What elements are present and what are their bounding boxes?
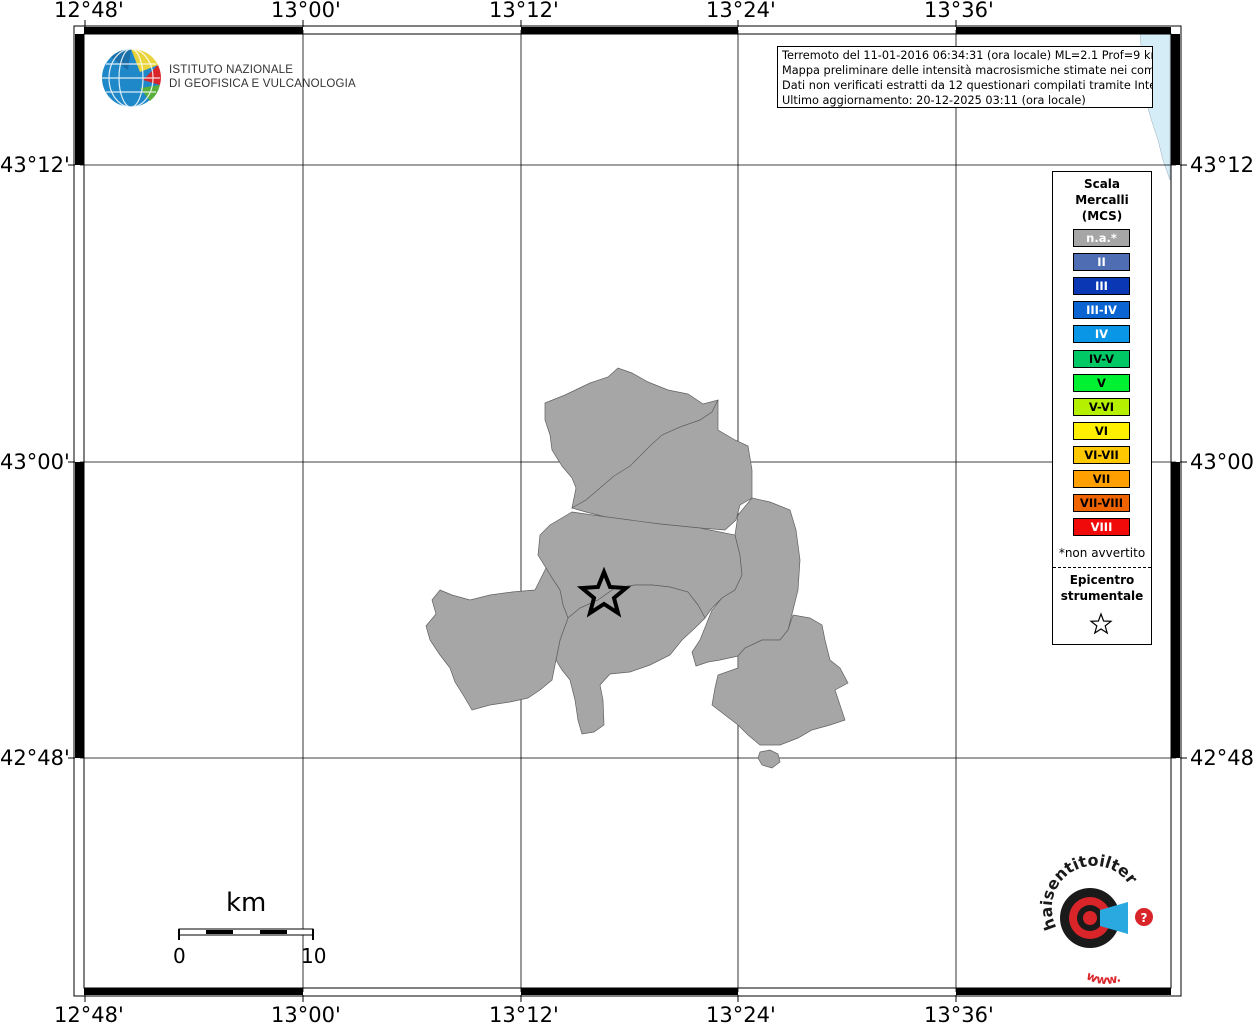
scale-bar bbox=[178, 928, 314, 940]
legend-item: n.a.* bbox=[1073, 229, 1130, 247]
legend-item: VII-VIII bbox=[1073, 494, 1130, 513]
site-logo-prefix: www. bbox=[1084, 969, 1122, 988]
svg-text:www.: www. bbox=[1084, 969, 1122, 988]
lon-label-bottom-3: 13°12' bbox=[489, 1003, 559, 1027]
lon-label-bottom-2: 13°00' bbox=[271, 1003, 341, 1027]
legend-star-icon bbox=[1089, 612, 1113, 635]
lon-label-top-2: 13°00' bbox=[271, 0, 341, 22]
comune-west bbox=[425, 567, 569, 711]
lon-label-bottom-4: 13°24' bbox=[706, 1003, 776, 1027]
legend-item: III bbox=[1073, 277, 1130, 296]
event-info-line-3: Dati non verificati estratti da 12 quest… bbox=[782, 79, 1153, 92]
legend-note: *non avvertito bbox=[1058, 546, 1146, 560]
ingv-logo-text: ISTITUTO NAZIONALE DI GEOFISICA E VULCAN… bbox=[169, 63, 356, 91]
lat-label-right-1: 43°12' bbox=[1190, 153, 1254, 177]
legend-item: VII bbox=[1073, 470, 1130, 488]
event-info-line-1: Terremoto del 11-01-2016 06:34:31 (ora l… bbox=[782, 49, 1153, 62]
comune-fragment bbox=[757, 749, 781, 769]
lon-label-bottom-1: 12°48' bbox=[54, 1003, 124, 1027]
lon-label-bottom-5: 13°36' bbox=[924, 1003, 994, 1027]
event-info-line-4: Ultimo aggiornamento: 20-12-2025 03:11 (… bbox=[782, 94, 1086, 107]
ingv-line-2: DI GEOFISICA E VULCANOLOGIA bbox=[169, 78, 356, 90]
legend-separator bbox=[1053, 567, 1151, 568]
event-info-box: Terremoto del 11-01-2016 06:34:31 (ora l… bbox=[777, 46, 1153, 108]
lat-label-right-3: 42°48' bbox=[1190, 746, 1254, 770]
lon-label-top-3: 13°12' bbox=[489, 0, 559, 22]
lat-label-left-2: 43°00' bbox=[0, 450, 70, 474]
legend-item: IV-V bbox=[1073, 349, 1130, 368]
legend-item: V bbox=[1073, 373, 1130, 392]
legend-title: Scala Mercalli (MCS) bbox=[1053, 176, 1151, 224]
svg-text:?: ? bbox=[1141, 911, 1148, 925]
legend-item: VIII bbox=[1073, 518, 1130, 537]
legend-item: V-VI bbox=[1073, 397, 1130, 416]
lon-label-top-1: 12°48' bbox=[54, 0, 124, 22]
scale-unit-label: km bbox=[226, 888, 267, 918]
legend-item: II bbox=[1073, 253, 1130, 272]
legend-item: III-IV bbox=[1073, 301, 1130, 320]
scale-min-label: 0 bbox=[173, 944, 186, 968]
legend-epicenter-label: Epicentro strumentale bbox=[1053, 572, 1151, 604]
legend-title-line-3: (MCS) bbox=[1081, 209, 1123, 223]
scale-max-label: 10 bbox=[301, 944, 327, 968]
lat-label-right-2: 43°00' bbox=[1190, 450, 1254, 474]
lon-label-top-4: 13°24' bbox=[706, 0, 776, 22]
legend-title-line-2: Mercalli bbox=[1075, 193, 1129, 207]
ingv-globe-icon bbox=[102, 48, 161, 108]
lat-label-left-1: 43°12' bbox=[0, 153, 70, 177]
ingv-line-1: ISTITUTO NAZIONALE bbox=[169, 64, 294, 76]
legend-epicenter-line-2: strumentale bbox=[1060, 589, 1144, 603]
legend-item: VI bbox=[1073, 421, 1130, 440]
legend-title-line-1: Scala bbox=[1083, 177, 1121, 191]
event-info-line-2: Mappa preliminare delle intensità macros… bbox=[782, 64, 1153, 77]
lat-label-left-3: 42°48' bbox=[0, 746, 70, 770]
lon-label-top-5: 13°36' bbox=[924, 0, 994, 22]
legend-item: VI-VII bbox=[1073, 445, 1130, 464]
comuni-areas bbox=[425, 367, 849, 769]
legend-item: IV bbox=[1073, 325, 1130, 344]
mcs-legend: Scala Mercalli (MCS) n.a.* II III III-IV IV I… bbox=[1052, 171, 1152, 645]
legend-epicenter-line-1: Epicentro bbox=[1069, 573, 1135, 587]
